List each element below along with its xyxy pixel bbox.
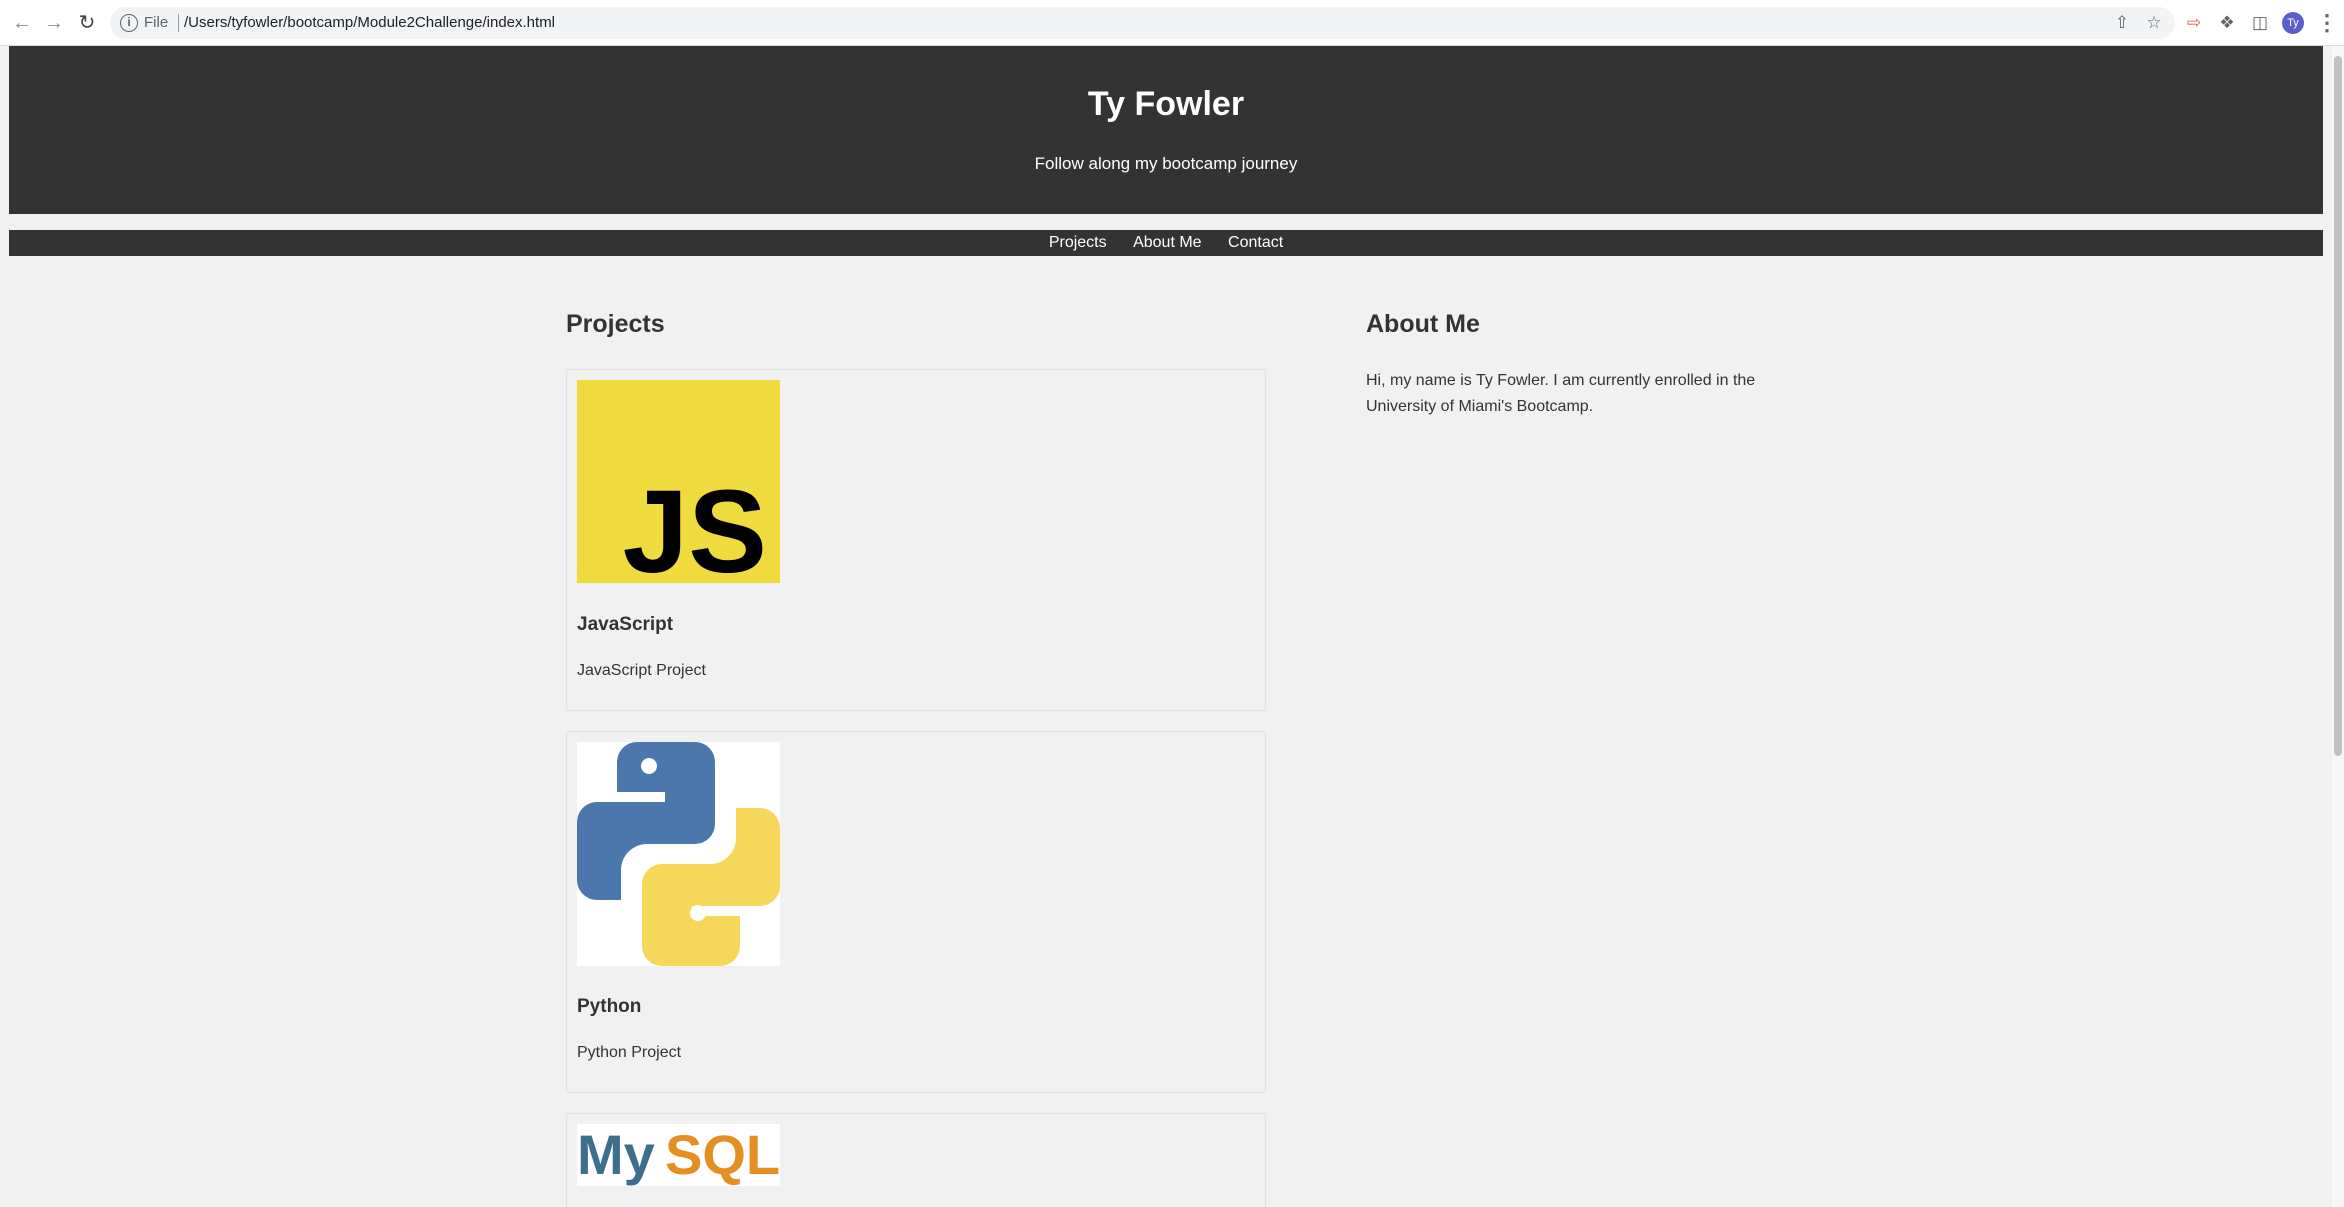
reload-icon[interactable]: ↻ (75, 11, 99, 35)
scrollbar-thumb[interactable] (2334, 56, 2342, 756)
mysql-logo: My SQL (577, 1124, 780, 1186)
nav-link-contact[interactable]: Contact (1228, 230, 1283, 256)
about-section: About Me Hi, my name is Ty Fowler. I am … (1366, 310, 1796, 415)
menu-kebab-icon[interactable]: ⋮ (2316, 11, 2338, 35)
projects-heading: Projects (566, 310, 665, 338)
side-panel-icon[interactable]: ◫ (2250, 13, 2270, 33)
address-bar[interactable]: i File /Users/tyfowler/bootcamp/Module2C… (110, 7, 2175, 39)
bookmark-star-icon[interactable]: ☆ (2144, 13, 2164, 33)
about-heading: About Me (1366, 310, 1480, 338)
url-text[interactable]: /Users/tyfowler/bootcamp/Module2Challeng… (184, 14, 555, 31)
profile-avatar[interactable]: Ty (2282, 12, 2304, 34)
extension-icon[interactable]: ⇨ (2184, 13, 2204, 33)
about-text: Hi, my name is Ty Fowler. I am currently… (1366, 372, 1756, 415)
back-arrow-icon[interactable]: ← (10, 11, 34, 35)
javascript-logo-text: JS (623, 466, 767, 583)
browser-toolbar: ← → ↻ i File /Users/tyfowler/bootcamp/Mo… (0, 0, 2344, 46)
project-card-javascript[interactable]: JS JavaScript JavaScript Project (566, 369, 1266, 711)
omnibox-divider (178, 14, 179, 32)
info-icon[interactable]: i (120, 14, 138, 32)
site-nav: Projects About Me Contact (9, 230, 2323, 256)
mysql-logo-my: My (577, 1124, 655, 1186)
javascript-logo: JS (577, 380, 780, 583)
project-card-python[interactable]: Python Python Project (566, 731, 1266, 1093)
python-logo (577, 742, 780, 966)
scheme-label: File (144, 14, 169, 31)
nav-link-about-me[interactable]: About Me (1133, 230, 1201, 256)
site-tagline: Follow along my bootcamp journey (1034, 154, 1298, 173)
project-description: JavaScript Project (577, 662, 706, 679)
mysql-logo-sql: SQL (665, 1124, 780, 1186)
forward-arrow-icon[interactable]: → (42, 11, 66, 35)
projects-section: Projects JS JavaScript JavaScript Projec… (566, 310, 1266, 1207)
project-title: JavaScript (577, 614, 674, 635)
share-icon[interactable]: ⇧ (2112, 13, 2132, 33)
puzzle-extensions-icon[interactable]: ❖ (2217, 13, 2237, 33)
nav-link-projects[interactable]: Projects (1049, 230, 1107, 256)
project-description: Python Project (577, 1044, 682, 1061)
site-title: Ty Fowler (1087, 85, 1245, 123)
site-header: Ty Fowler Follow along my bootcamp journ… (9, 46, 2323, 214)
project-title: Python (577, 996, 642, 1017)
project-card-mysql[interactable]: My SQL (566, 1113, 1266, 1207)
